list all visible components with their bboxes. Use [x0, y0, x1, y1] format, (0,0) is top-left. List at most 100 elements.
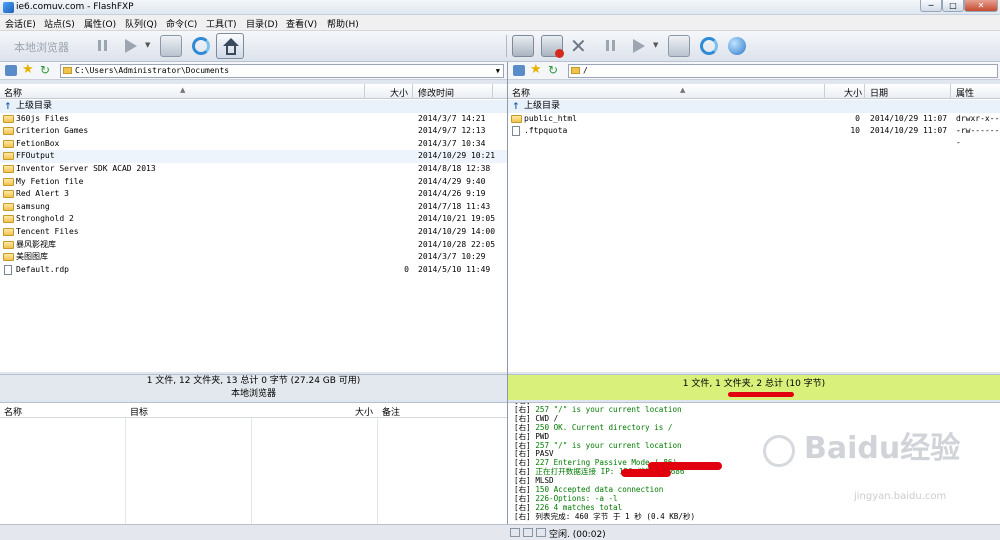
favorite-star-icon[interactable]: ★	[22, 62, 34, 77]
local-file-row[interactable]: My Fetion file 2014/4/29 9:40	[0, 176, 507, 189]
menu-options[interactable]: 属性(O)	[84, 17, 116, 30]
local-file-row[interactable]: 美图图库 2014/3/7 10:29	[0, 251, 507, 264]
connect-icon[interactable]	[512, 35, 534, 57]
local-file-row[interactable]: Inventor Server SDK ACAD 2013 2014/8/18 1…	[0, 163, 507, 176]
local-file-row[interactable]: 360js Files 2014/3/7 14:21	[0, 113, 507, 126]
chevron-down-icon[interactable]: ▼	[496, 65, 500, 77]
menu-sites[interactable]: 站点(S)	[44, 17, 75, 30]
remote-up-label: 上级目录	[524, 101, 561, 111]
abort-icon[interactable]: ✕	[570, 35, 592, 57]
file-name: My Fetion file	[16, 176, 84, 186]
refresh-small-icon[interactable]: ↻	[40, 63, 50, 77]
folder-icon	[3, 202, 14, 211]
local-file-row[interactable]: FetionBox 2014/3/7 10:34	[0, 138, 507, 151]
menu-directory[interactable]: 目录(D)	[246, 17, 278, 30]
maximize-button[interactable]: □	[942, 0, 964, 12]
log-text: 257 "/" is your current location	[535, 440, 682, 450]
col-modified[interactable]: 修改时间	[418, 86, 454, 99]
refresh-remote-icon[interactable]	[698, 35, 720, 57]
file-icon	[4, 264, 12, 275]
local-file-row[interactable]: FFOutput 2014/10/29 10:21	[0, 150, 507, 163]
title-bar: ie6.comuv.com - FlashFXP ─ □ ✕	[0, 0, 1000, 15]
paw-icon	[763, 435, 795, 467]
col-size[interactable]: 大小	[390, 86, 408, 99]
col-queue-name[interactable]: 名称	[4, 405, 22, 418]
play-icon[interactable]	[120, 35, 142, 57]
folder-icon	[3, 114, 14, 123]
folder-icon	[3, 152, 14, 161]
remote-file-date: 2014/10/29 11:07	[870, 113, 948, 123]
network-icon[interactable]	[5, 65, 17, 76]
folder-icon	[3, 127, 14, 136]
log-text: PWD	[535, 431, 550, 441]
menu-help[interactable]: 帮助(H)	[327, 17, 359, 30]
refresh-icon[interactable]	[190, 35, 212, 57]
col-remote-name[interactable]: 名称	[512, 86, 530, 99]
transfer-remote-icon[interactable]	[668, 35, 690, 57]
minimize-button[interactable]: ─	[920, 0, 942, 12]
menu-queue[interactable]: 队列(Q)	[125, 17, 157, 30]
idle-status: 空闲. (00:02)	[549, 530, 606, 540]
favorite-remote-star-icon[interactable]: ★	[530, 62, 542, 77]
file-name: FFOutput	[16, 151, 55, 161]
pause-remote-button[interactable]	[600, 35, 622, 57]
menu-commands[interactable]: 命令(C)	[166, 17, 197, 30]
col-queue-target[interactable]: 目标	[130, 405, 148, 418]
local-file-row[interactable]: Tencent Files 2014/10/29 14:00	[0, 226, 507, 239]
local-browser-button[interactable]: 本地浏览器	[14, 39, 69, 55]
menu-tools[interactable]: 工具(T)	[206, 17, 237, 30]
pause-button[interactable]	[92, 35, 114, 57]
local-file-row[interactable]: Stronghold 2 2014/10/21 19:05	[0, 213, 507, 226]
play-remote-dropdown-icon[interactable]: ▼	[653, 41, 658, 49]
local-file-row[interactable]: 暴风影视库 2014/10/28 22:05	[0, 239, 507, 252]
disconnect-icon[interactable]	[541, 35, 564, 58]
log-panel: [右] PWD [右] 257 "/" is your current locat…	[508, 402, 1000, 524]
remote-list-header: 名称 ▲ 大小 日期 属性	[508, 84, 1000, 99]
remote-file-date: 2014/10/29 11:07	[870, 126, 948, 136]
remote-file-row[interactable]: public_html 0 2014/10/29 11:07 drwxr-x---	[508, 113, 1000, 135]
col-queue-note[interactable]: 备注	[382, 405, 400, 418]
remote-status-area: 1 文件, 1 文件夹, 2 总计 (10 字节)	[508, 374, 1000, 400]
remote-path-input[interactable]: /	[568, 64, 998, 78]
home-icon[interactable]	[216, 33, 244, 59]
col-remote-size[interactable]: 大小	[844, 86, 862, 99]
file-date: 2014/4/29 9:40	[418, 176, 486, 186]
globe-icon[interactable]	[726, 35, 748, 57]
remote-status-text: 1 文件, 1 文件夹, 2 总计 (10 字节)	[682, 379, 826, 389]
refresh-remote-small-icon[interactable]: ↻	[548, 63, 558, 77]
transfer-icon[interactable]	[160, 35, 182, 57]
network-remote-icon[interactable]	[513, 65, 525, 76]
local-status-text: 1 文件, 12 文件夹, 13 总计 0 字节 (27.24 GB 可用)	[146, 376, 361, 386]
play-dropdown-icon[interactable]: ▼	[145, 41, 150, 49]
file-size: 0	[404, 264, 409, 274]
folder-icon	[63, 67, 72, 74]
col-name[interactable]: 名称	[4, 86, 22, 99]
remote-file-name: .ftpquota	[524, 126, 568, 136]
remote-file-list: 名称 ▲ 大小 日期 属性 ↑ 上级目录 public_html 0 2014/10…	[508, 84, 1000, 372]
file-date: 2014/10/21 19:05	[418, 214, 496, 224]
file-name: 暴风影视库	[16, 239, 56, 249]
local-path-input[interactable]: C:\Users\Administrator\Documents ▼	[60, 64, 504, 78]
local-file-row[interactable]: Default.rdp 0 2014/5/10 11:49	[0, 264, 507, 277]
local-file-row[interactable]: samsung 2014/7/18 11:43	[0, 201, 507, 214]
file-date: 2014/10/29 10:21	[418, 151, 496, 161]
folder-icon	[3, 240, 14, 249]
play-remote-icon[interactable]	[628, 35, 650, 57]
menu-view[interactable]: 查看(V)	[286, 17, 317, 30]
file-date: 2014/8/18 12:38	[418, 164, 491, 173]
local-up-row[interactable]: ↑ 上级目录	[0, 100, 507, 113]
remote-up-row[interactable]: ↑ 上级目录	[508, 100, 1000, 113]
log-text: 257 "/" is your current location	[535, 404, 682, 414]
close-button[interactable]: ✕	[964, 0, 998, 12]
col-remote-attr[interactable]: 属性	[956, 86, 974, 99]
local-file-list: 名称 ▲ 大小 修改时间 ↑ 上级目录 360js Files 2014/3/7 …	[0, 84, 507, 372]
col-queue-size[interactable]: 大小	[355, 405, 373, 418]
local-file-row[interactable]: Red Alert 3 2014/4/26 9:19	[0, 188, 507, 201]
remote-file-row[interactable]: .ftpquota 10 2014/10/29 11:07 -rw-------	[508, 125, 1000, 147]
menu-session[interactable]: 会话(E)	[5, 17, 36, 30]
menu-bar: 会话(E) 站点(S) 属性(O) 队列(Q) 命令(C) 工具(T) 目录(D…	[0, 15, 1000, 31]
col-remote-date[interactable]: 日期	[870, 86, 888, 99]
local-file-row[interactable]: Criterion Games 2014/9/7 12:13	[0, 125, 507, 138]
remote-path-bar: ★ ↻ /	[508, 62, 1000, 80]
file-date: 2014/5/10 11:49	[418, 264, 491, 274]
